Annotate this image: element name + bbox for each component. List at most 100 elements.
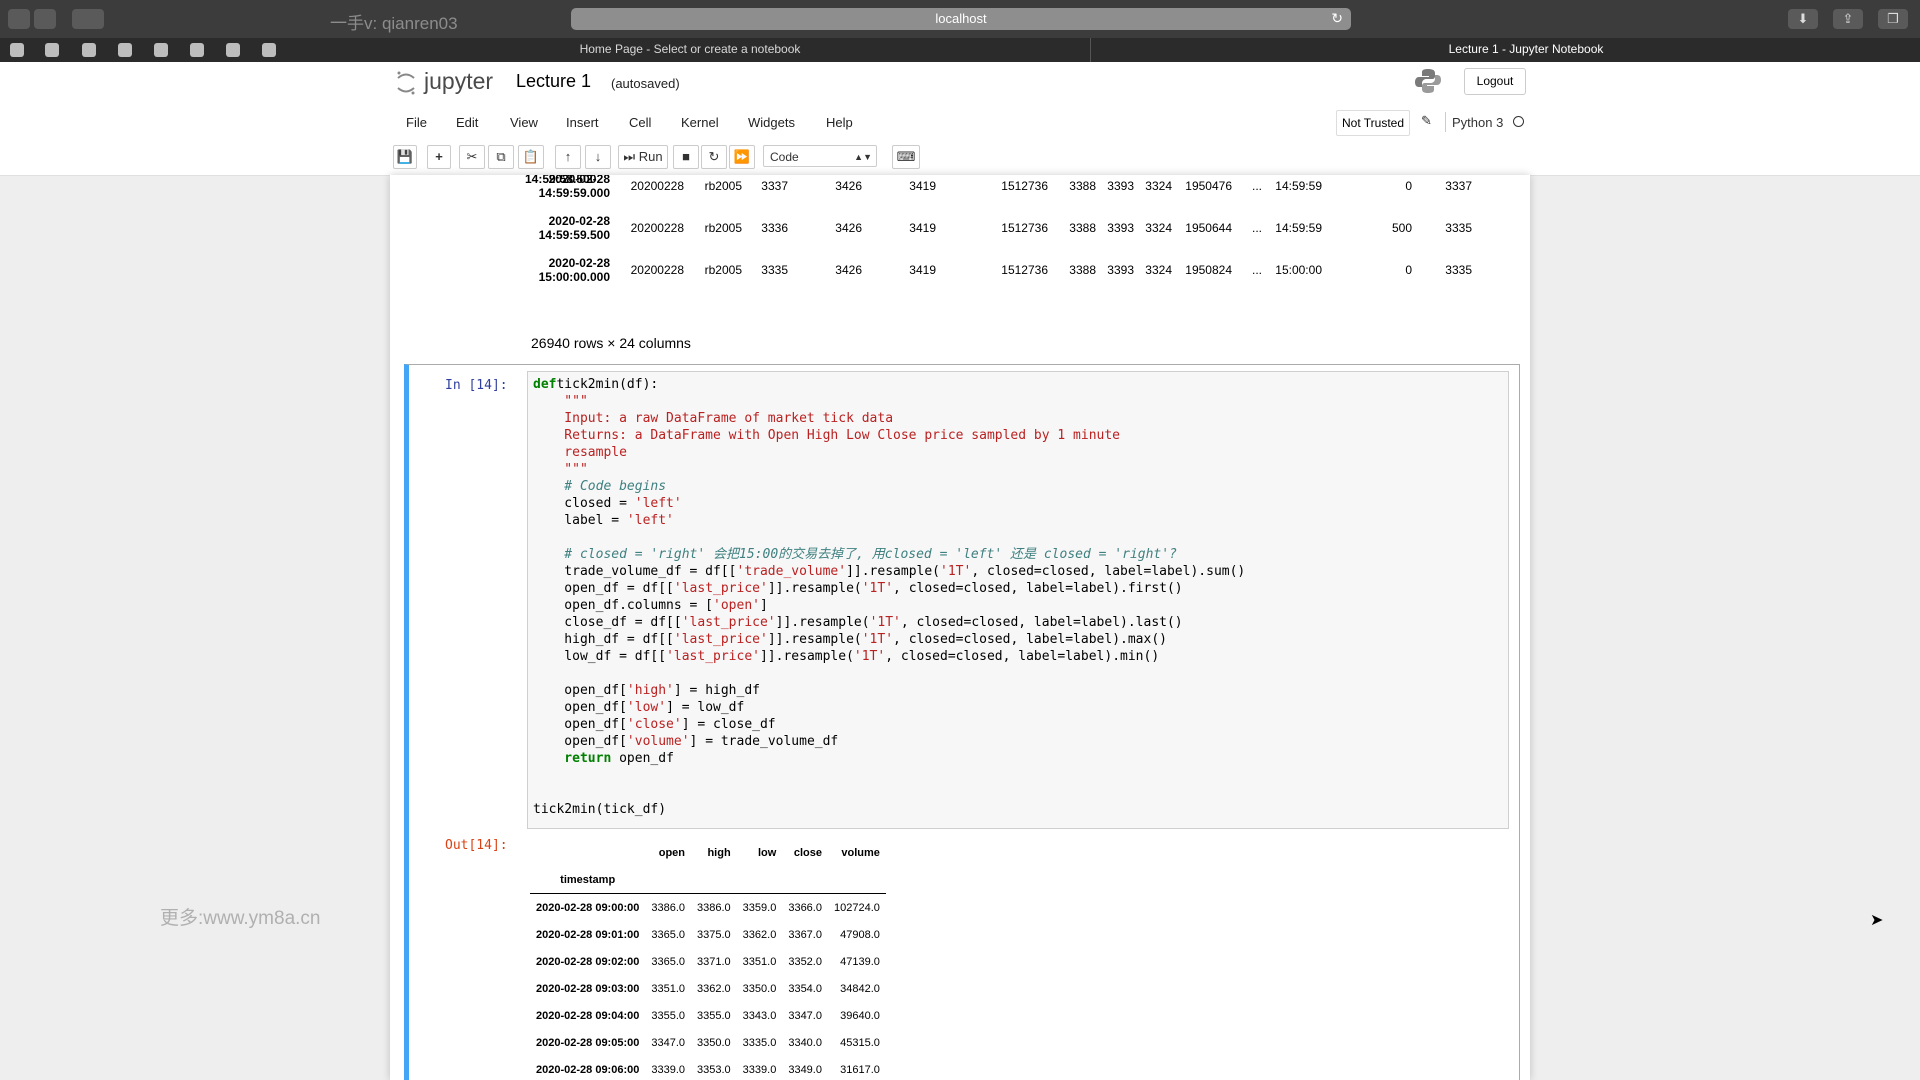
python-logo-icon bbox=[1415, 69, 1441, 93]
previous-output-table: 2020-02-28 14:59:59.000 20200228 rb2005 3337… bbox=[530, 175, 1472, 291]
table-cell: 3367.0 bbox=[788, 928, 822, 941]
col-header-low: low bbox=[757, 846, 777, 859]
menu-cell[interactable]: Cell bbox=[629, 115, 651, 130]
move-down-icon[interactable]: ↓ bbox=[585, 145, 611, 169]
window-title: 一手v: qianren03 bbox=[330, 14, 458, 33]
restart-icon[interactable]: ↻ bbox=[701, 145, 727, 169]
code-token: ]].resample( bbox=[775, 615, 870, 630]
code-token: 'last_price' bbox=[673, 581, 768, 596]
address-bar[interactable]: localhost ↻ bbox=[571, 8, 1351, 30]
code-token: '1T' bbox=[940, 564, 972, 579]
row-index-part: 14:59:59.000 bbox=[538, 186, 610, 200]
trust-status-button[interactable]: Not Trusted bbox=[1336, 110, 1410, 136]
code-text[interactable]: deftick2min(df): """ Input: a raw DataFr… bbox=[533, 376, 1245, 818]
table-cell: ... bbox=[1251, 263, 1262, 277]
table-cell: rb2005 bbox=[704, 221, 742, 235]
menu-edit[interactable]: Edit bbox=[456, 115, 478, 130]
code-token: Returns: a DataFrame with Open High Low … bbox=[533, 428, 1120, 443]
table-cell: 3324 bbox=[1145, 263, 1172, 277]
tabs-overview-icon[interactable]: ❐ bbox=[1878, 9, 1908, 29]
code-token: # closed = 'right' 会把15:00的交易去掉了, 用close… bbox=[533, 547, 1177, 562]
edit-pencil-icon[interactable]: ✎ bbox=[1421, 113, 1432, 129]
table-row: 2020-02-28 09:03:00 3351.0 3362.0 3350.0 335… bbox=[530, 975, 886, 1002]
code-line: # Code begins bbox=[533, 478, 1245, 495]
move-up-icon[interactable]: ↑ bbox=[555, 145, 581, 169]
table-cell: 34842.0 bbox=[840, 982, 880, 995]
row-index-part: 2020-02-28 bbox=[548, 175, 610, 186]
copy-icon[interactable]: ⧉ bbox=[488, 145, 514, 169]
favorite-icon-1[interactable] bbox=[10, 43, 24, 57]
watermark-text: 更多:www.ym8a.cn bbox=[160, 908, 321, 929]
cell-type-select[interactable]: Code ▲▼ bbox=[763, 145, 877, 167]
favorite-icon-8[interactable] bbox=[262, 43, 276, 57]
menu-file[interactable]: File bbox=[406, 115, 427, 130]
add-cell-icon[interactable]: + bbox=[427, 145, 451, 169]
code-cell-14[interactable]: In [14]: deftick2min(df): """ Input: a r… bbox=[404, 364, 1520, 1080]
save-icon[interactable]: 💾 bbox=[393, 145, 417, 169]
reload-icon[interactable]: ↻ bbox=[1331, 10, 1343, 27]
table-cell: 3388 bbox=[1069, 263, 1096, 277]
run-button[interactable]: ⏭ Run bbox=[618, 145, 668, 169]
favorite-icon-6[interactable] bbox=[190, 43, 204, 57]
tab-lecture-1[interactable]: Lecture 1 - Jupyter Notebook bbox=[1340, 42, 1712, 56]
notebook-name[interactable]: Lecture 1 bbox=[516, 71, 591, 92]
menu-insert[interactable]: Insert bbox=[566, 115, 599, 130]
table-cell: 3419 bbox=[909, 221, 936, 235]
code-token: ] = low_df bbox=[666, 700, 745, 715]
stop-icon[interactable]: ■ bbox=[673, 145, 699, 169]
logout-button[interactable]: Logout bbox=[1464, 68, 1526, 95]
table-cell: 3366.0 bbox=[788, 901, 822, 914]
sidebar-toggle-icon[interactable] bbox=[72, 9, 104, 29]
code-token: 'volume' bbox=[626, 734, 690, 749]
code-line: Returns: a DataFrame with Open High Low … bbox=[533, 427, 1245, 444]
code-line: low_df = df[['last_price']].resample('1T… bbox=[533, 648, 1245, 665]
table-cell: 3339.0 bbox=[742, 1063, 777, 1076]
paste-icon[interactable]: 📋 bbox=[518, 145, 544, 169]
table-cell: 1512736 bbox=[1001, 221, 1048, 235]
code-token: ]].resample( bbox=[767, 632, 862, 647]
favorite-icon-4[interactable] bbox=[118, 43, 132, 57]
share-icon[interactable]: ⇪ bbox=[1833, 9, 1863, 29]
favorite-icon-5[interactable] bbox=[154, 43, 168, 57]
menu-kernel[interactable]: Kernel bbox=[681, 115, 719, 130]
table-row: 2020-02-28 09:01:00 3365.0 3375.0 3362.0 336… bbox=[530, 921, 886, 948]
code-token: open_df[ bbox=[533, 683, 627, 698]
favorite-icon-3[interactable] bbox=[82, 43, 96, 57]
tab-home-page[interactable]: Home Page - Select or create a notebook bbox=[420, 42, 960, 56]
table-cell: 3351.0 bbox=[651, 982, 686, 995]
code-line bbox=[533, 665, 1245, 682]
restart-run-all-icon[interactable]: ⏩ bbox=[729, 145, 755, 169]
col-header-close: close bbox=[793, 846, 822, 859]
table-cell: 3324 bbox=[1145, 221, 1172, 235]
command-palette-icon[interactable]: ⌨ bbox=[892, 145, 920, 169]
code-token: 'left' bbox=[634, 496, 682, 511]
menu-help[interactable]: Help bbox=[826, 115, 853, 130]
table-row: 2020-02-28 09:05:00 3347.0 3350.0 3335.0 334… bbox=[530, 1029, 886, 1056]
favorite-icon-2[interactable] bbox=[45, 43, 59, 57]
code-token: # Code begins bbox=[533, 479, 667, 494]
back-button[interactable] bbox=[8, 9, 30, 29]
table-cell: 47908.0 bbox=[840, 928, 880, 941]
row-index: 2020-02-28 09:04:00 bbox=[536, 1009, 640, 1022]
favorite-icon-7[interactable] bbox=[226, 43, 240, 57]
column-header-row: open high low close volume bbox=[530, 839, 886, 866]
menu-widgets[interactable]: Widgets bbox=[748, 115, 795, 130]
menu-view[interactable]: View bbox=[510, 115, 538, 130]
table-cell: 3347.0 bbox=[788, 1009, 822, 1022]
cut-icon[interactable]: ✂ bbox=[459, 145, 485, 169]
table-cell: 3351.0 bbox=[742, 955, 777, 968]
download-icon[interactable]: ⬇ bbox=[1788, 9, 1818, 29]
code-token: tick2min(df): bbox=[556, 377, 659, 392]
result-dataframe: open high low close volume timestamp 202… bbox=[530, 839, 886, 1080]
table-row: 2020-02-28 09:04:00 3355.0 3355.0 3343.0 334… bbox=[530, 1002, 886, 1029]
code-editor[interactable]: deftick2min(df): """ Input: a raw DataFr… bbox=[527, 371, 1509, 829]
code-token: '1T' bbox=[861, 632, 894, 647]
table-cell: 3426 bbox=[835, 179, 862, 193]
jupyter-logo-text[interactable]: jupyter bbox=[424, 68, 493, 95]
table-cell: 45315.0 bbox=[840, 1036, 880, 1049]
code-line: open_df['low'] = low_df bbox=[533, 699, 1245, 716]
code-token: '1T' bbox=[869, 615, 901, 630]
forward-button[interactable] bbox=[34, 9, 56, 29]
code-token: 'high' bbox=[626, 683, 674, 698]
